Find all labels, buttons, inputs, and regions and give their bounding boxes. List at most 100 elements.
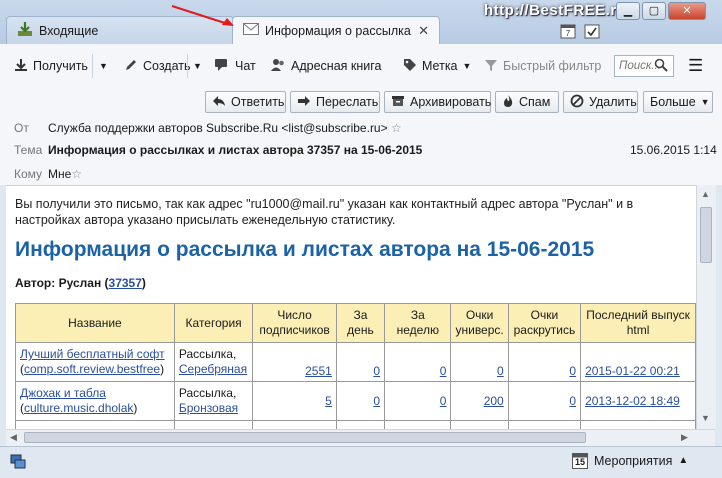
envelope-icon bbox=[243, 23, 259, 38]
day-link[interactable]: 0 bbox=[373, 364, 380, 378]
author-prefix: Автор: Руслан ( bbox=[15, 276, 109, 290]
archive-button[interactable]: Архивировать bbox=[384, 91, 491, 113]
promo-link[interactable]: 0 bbox=[569, 394, 576, 408]
last-issue-link[interactable]: 2013-12-02 18:49 bbox=[585, 394, 680, 408]
cell-name: Джохак и табла (culture.music.dholak) bbox=[15, 381, 175, 421]
stats-table: Название Категория Число подписчиков За … bbox=[15, 303, 696, 430]
forward-arrow-icon bbox=[297, 95, 311, 110]
maximize-button[interactable]: ▢ bbox=[642, 2, 666, 20]
cell-week: 0 bbox=[384, 342, 452, 382]
col-header-day: За день bbox=[335, 303, 386, 343]
table-row: Лучший бесплатный софт (comp.soft.review.… bbox=[15, 342, 696, 382]
scroll-down-icon[interactable]: ▼ bbox=[701, 413, 710, 423]
from-value[interactable]: Служба поддержки авторов Subscribe.Ru <l… bbox=[48, 121, 402, 135]
scroll-up-icon[interactable]: ▲ bbox=[701, 189, 710, 199]
day-link[interactable]: 0 bbox=[373, 394, 380, 408]
week-link[interactable]: 0 bbox=[440, 394, 447, 408]
toolbar-divider bbox=[187, 54, 188, 78]
write-dropdown-icon[interactable]: ▼ bbox=[193, 56, 202, 76]
more-button[interactable]: Больше ▼ bbox=[643, 91, 713, 113]
search-icon[interactable] bbox=[654, 58, 668, 75]
author-id-link[interactable]: 37357 bbox=[109, 276, 142, 290]
col-header-category: Категория bbox=[173, 303, 254, 343]
univ-link[interactable]: 0 bbox=[497, 364, 504, 378]
reply-button[interactable]: Ответить bbox=[205, 91, 286, 113]
minimize-button[interactable]: ▁ bbox=[616, 2, 640, 20]
close-window-button[interactable]: ✕ bbox=[668, 2, 706, 20]
cell-week: 0 bbox=[384, 381, 452, 421]
list-name-link[interactable]: Джохак и табла bbox=[20, 386, 106, 400]
address-book-button[interactable]: Адресная книга bbox=[270, 56, 381, 76]
tasks-icon[interactable] bbox=[584, 23, 600, 42]
delete-label: Удалить bbox=[589, 95, 637, 109]
get-mail-dropdown-icon[interactable]: ▼ bbox=[99, 56, 108, 76]
close-tab-icon[interactable]: ✕ bbox=[418, 23, 429, 39]
category-link[interactable]: Бронзовая bbox=[179, 401, 238, 415]
from-text: Служба поддержки авторов Subscribe.Ru <l… bbox=[48, 121, 388, 135]
last-issue-link[interactable]: 2015-01-22 00:21 bbox=[585, 364, 680, 378]
cell-category: Рассылка, Серебряная bbox=[173, 342, 254, 382]
watermark: http://BestFREE.ru bbox=[484, 2, 627, 19]
cell-day: 0 bbox=[335, 381, 386, 421]
univ-link[interactable]: 200 bbox=[484, 394, 504, 408]
intro-text: Вы получили это письмо, так как адрес "r… bbox=[15, 197, 634, 227]
star-icon[interactable]: ☆ bbox=[71, 167, 82, 181]
scroll-left-icon[interactable]: ◀ bbox=[10, 432, 17, 443]
vertical-scroll-thumb[interactable] bbox=[700, 207, 712, 263]
write-button[interactable]: Создать bbox=[124, 56, 191, 76]
address-book-icon bbox=[270, 58, 286, 75]
chat-button[interactable]: Чат bbox=[214, 56, 256, 76]
horizontal-scroll-thumb[interactable] bbox=[24, 432, 586, 443]
tab-message[interactable]: Информация о рассылка... ✕ bbox=[232, 16, 440, 44]
spam-button[interactable]: Спам bbox=[495, 91, 559, 113]
network-status-icon[interactable] bbox=[10, 453, 26, 472]
chat-icon bbox=[214, 58, 230, 75]
to-value[interactable]: Мне☆ bbox=[48, 167, 82, 181]
chat-label: Чат bbox=[235, 59, 256, 73]
more-label: Больше bbox=[650, 95, 696, 109]
cell-promo: 0 bbox=[507, 381, 582, 421]
archive-box-icon bbox=[391, 95, 405, 110]
list-code-link[interactable]: culture.music.dholak bbox=[24, 401, 133, 415]
tag-icon bbox=[403, 58, 417, 75]
delete-button[interactable]: Удалить bbox=[563, 91, 638, 113]
events-button[interactable]: 15 Мероприятия ▲ bbox=[572, 452, 688, 469]
app-menu-icon[interactable]: ☰ bbox=[688, 56, 703, 76]
message-date: 15.06.2015 1:14 bbox=[630, 143, 717, 157]
filter-icon bbox=[484, 58, 498, 75]
inbox-download-icon bbox=[17, 21, 33, 40]
scroll-right-icon[interactable]: ▶ bbox=[681, 432, 688, 443]
category-link[interactable]: Серебряная bbox=[179, 362, 247, 376]
chevron-up-icon: ▲ bbox=[678, 455, 689, 466]
download-icon bbox=[14, 58, 28, 75]
subscribers-link[interactable]: 2551 bbox=[305, 364, 332, 378]
cell-univ: 0 bbox=[450, 342, 509, 382]
week-link[interactable]: 0 bbox=[440, 364, 447, 378]
cell-univ: 200 bbox=[450, 381, 509, 421]
list-name-link[interactable]: Лучший бесплатный софт bbox=[20, 347, 165, 361]
reply-label: Ответить bbox=[231, 95, 285, 109]
author-line: Автор: Руслан (37357) bbox=[15, 276, 146, 290]
subscribers-link[interactable]: 5 bbox=[325, 394, 332, 408]
horizontal-scrollbar[interactable]: ◀ ▶ bbox=[6, 429, 715, 446]
author-suffix: ) bbox=[141, 276, 146, 290]
cell-name: Лучший бесплатный софт (comp.soft.review.… bbox=[15, 342, 175, 382]
list-code-link[interactable]: comp.soft.review.bestfree bbox=[24, 362, 160, 376]
body-title: Информация о рассылка и листах автора на… bbox=[15, 238, 595, 261]
status-bar: 15 Мероприятия ▲ bbox=[0, 446, 722, 478]
cell-promo: 0 bbox=[507, 342, 582, 382]
main-toolbar: Получить ▼ Создать ▼ Чат Адресная книга … bbox=[0, 44, 722, 88]
promo-link[interactable]: 0 bbox=[569, 364, 576, 378]
quick-filter-button[interactable]: Быстрый фильтр bbox=[484, 56, 601, 76]
tab-message-label: Информация о рассылка... bbox=[265, 23, 413, 38]
forward-button[interactable]: Переслать bbox=[290, 91, 380, 113]
events-label: Мероприятия bbox=[594, 453, 673, 468]
tag-label: Метка bbox=[422, 59, 458, 73]
tag-button[interactable]: Метка ▼ bbox=[403, 56, 471, 76]
vertical-scrollbar[interactable]: ▲ ▼ bbox=[696, 185, 716, 429]
calendar-icon[interactable]: 7 bbox=[560, 23, 576, 42]
quick-filter-label: Быстрый фильтр bbox=[503, 59, 602, 73]
get-mail-button[interactable]: Получить bbox=[14, 56, 88, 76]
star-icon[interactable]: ☆ bbox=[391, 121, 402, 135]
subject-label: Тема bbox=[14, 143, 43, 157]
